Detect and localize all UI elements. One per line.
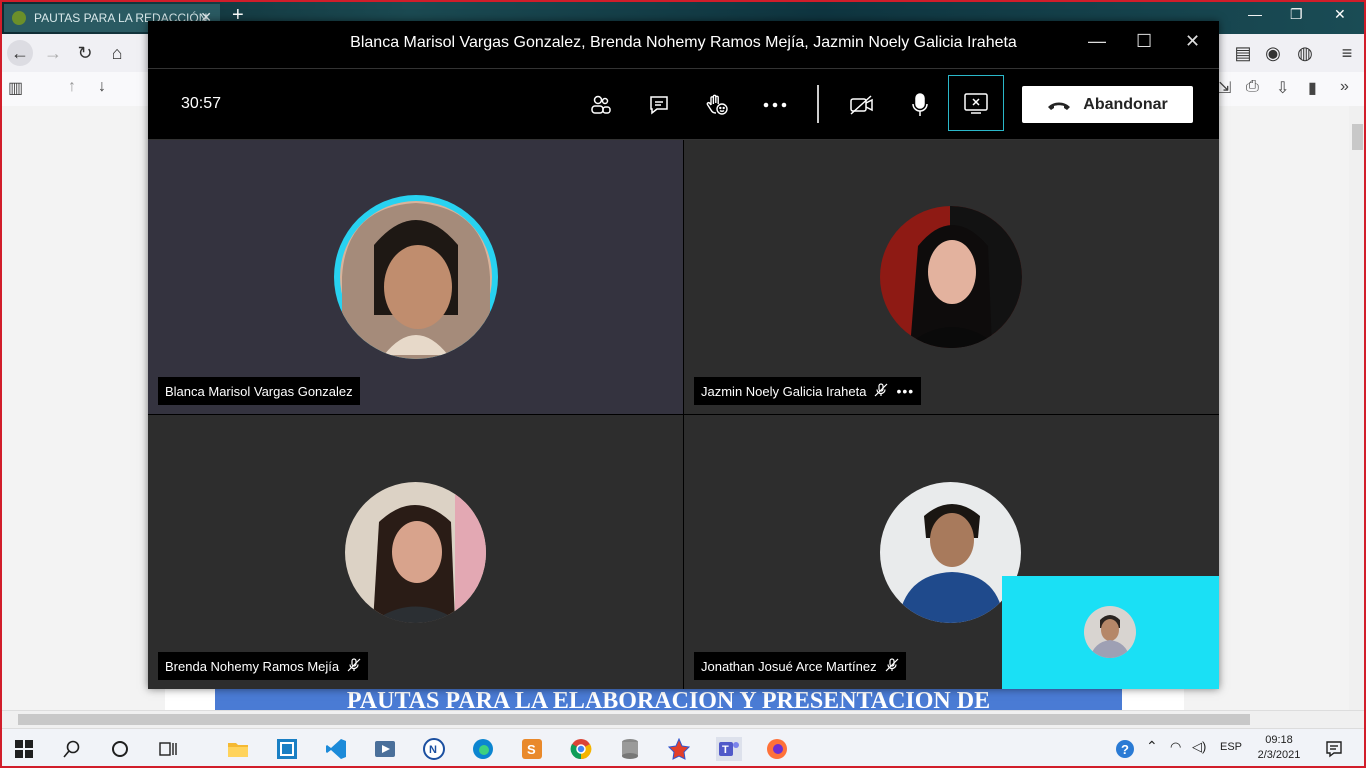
camera-off-icon[interactable]: [846, 89, 878, 121]
star-app-icon[interactable]: [667, 737, 691, 761]
more-options-icon[interactable]: [759, 89, 791, 121]
reload-icon[interactable]: ↻: [72, 40, 98, 66]
avatar: [880, 482, 1021, 623]
participant-name-tag: Jonathan Josué Arce Martínez: [694, 652, 906, 680]
raise-hand-icon[interactable]: [701, 89, 733, 121]
reader-view-icon[interactable]: ▤: [1230, 40, 1256, 66]
windows-start-icon[interactable]: [12, 737, 36, 761]
system-clock[interactable]: 09:18 2/3/2021: [1250, 733, 1308, 763]
database-icon[interactable]: [618, 737, 642, 761]
mic-muted-icon: [347, 657, 361, 675]
firefox-icon[interactable]: [765, 737, 789, 761]
vertical-scrollbar[interactable]: [1349, 106, 1366, 710]
help-icon[interactable]: ?: [1113, 737, 1137, 761]
svg-text:T: T: [722, 744, 729, 756]
participant-tile[interactable]: Blanca Marisol Vargas Gonzalez: [148, 140, 683, 414]
participant-name: Blanca Marisol Vargas Gonzalez: [165, 383, 353, 399]
document-heading: PAUTAS PARA LA ELABORACION Y PRESENTACIO…: [215, 688, 1122, 712]
volume-icon[interactable]: ◁): [1192, 739, 1206, 755]
edge-icon[interactable]: [471, 737, 495, 761]
windows-taskbar: N S T ? ⌃ ◠ ◁) ESP 09:18 2/3/2021: [0, 728, 1366, 768]
home-icon[interactable]: ⌂: [104, 40, 130, 66]
extension-icon[interactable]: ◍: [1292, 40, 1318, 66]
print-icon[interactable]: ⎙: [1246, 78, 1259, 96]
mic-muted-icon: [874, 382, 888, 400]
svg-text:N: N: [429, 744, 437, 756]
app-icon[interactable]: [275, 737, 299, 761]
show-hidden-icons-icon[interactable]: ⌃: [1146, 738, 1158, 755]
self-view[interactable]: [1002, 576, 1219, 689]
cortana-icon[interactable]: [108, 737, 132, 761]
avatar: [345, 482, 486, 623]
vscode-icon[interactable]: [324, 737, 348, 761]
mic-muted-icon: [885, 657, 899, 675]
next-page-icon[interactable]: ↓: [98, 78, 106, 96]
account-icon[interactable]: ◉: [1260, 40, 1286, 66]
toolbar-divider: [817, 85, 819, 123]
stop-sharing-icon: [964, 93, 988, 114]
sidebar-toggle-icon[interactable]: ▥: [8, 78, 23, 98]
participants-icon[interactable]: [585, 89, 617, 121]
teams-meeting-window: Blanca Marisol Vargas Gonzalez, Brenda N…: [148, 21, 1219, 689]
meeting-timer: 30:57: [181, 95, 222, 112]
presentation-icon[interactable]: ⇲: [1218, 78, 1231, 98]
avatar: [880, 206, 1022, 348]
menu-icon[interactable]: ≡: [1334, 40, 1360, 66]
sublime-icon[interactable]: S: [520, 737, 544, 761]
media-player-icon[interactable]: [373, 737, 397, 761]
favicon-icon: [12, 11, 26, 25]
teams-icon[interactable]: T: [716, 737, 742, 761]
save-icon[interactable]: ⇩: [1276, 78, 1289, 98]
meeting-controls: 30:57 Abandonar: [148, 68, 1219, 140]
svg-text:S: S: [527, 742, 536, 757]
self-avatar: [1084, 606, 1136, 658]
participant-name: Brenda Nohemy Ramos Mejía: [165, 658, 340, 674]
svg-text:?: ?: [1121, 742, 1129, 757]
maximize-icon[interactable]: ☐: [1136, 31, 1152, 52]
more-options-icon[interactable]: •••: [896, 383, 914, 399]
meeting-title-bar: Blanca Marisol Vargas Gonzalez, Brenda N…: [148, 21, 1219, 67]
microphone-icon[interactable]: [904, 89, 936, 121]
restore-icon[interactable]: ❐: [1290, 6, 1303, 23]
chrome-icon[interactable]: [569, 737, 593, 761]
participant-name: Jonathan Josué Arce Martínez: [701, 658, 877, 674]
back-button[interactable]: ←: [7, 40, 33, 66]
close-window-icon[interactable]: ✕: [1334, 6, 1346, 23]
forward-button[interactable]: →: [40, 40, 66, 66]
share-screen-button[interactable]: [948, 75, 1004, 131]
app-icon[interactable]: N: [422, 737, 446, 761]
task-view-icon[interactable]: [156, 737, 180, 761]
participant-name-tag: Brenda Nohemy Ramos Mejía: [158, 652, 369, 680]
previous-page-icon[interactable]: ↑: [68, 78, 76, 96]
participant-tile[interactable]: Jazmin Noely Galicia Iraheta •••: [684, 140, 1219, 414]
leave-label: Abandonar: [1083, 95, 1168, 113]
minimize-icon[interactable]: —: [1248, 6, 1262, 22]
participant-name-tag: Blanca Marisol Vargas Gonzalez: [158, 377, 360, 405]
participant-tile[interactable]: Brenda Nohemy Ramos Mejía: [148, 415, 683, 689]
minimize-icon[interactable]: —: [1088, 31, 1106, 52]
file-explorer-icon[interactable]: [226, 737, 250, 761]
bookmark-icon[interactable]: ▮: [1308, 78, 1317, 98]
notifications-icon[interactable]: [1322, 737, 1346, 761]
participant-name: Jazmin Noely Galicia Iraheta: [701, 383, 867, 399]
search-icon[interactable]: [60, 737, 84, 761]
clock-date: 2/3/2021: [1257, 749, 1301, 761]
participant-name-tag: Jazmin Noely Galicia Iraheta •••: [694, 377, 922, 405]
chat-icon[interactable]: [643, 89, 675, 121]
hang-up-icon: [1048, 102, 1071, 110]
input-language[interactable]: ESP: [1220, 741, 1242, 753]
wifi-icon[interactable]: ◠: [1170, 739, 1181, 755]
avatar-speaking: [334, 195, 498, 359]
more-tools-icon[interactable]: »: [1340, 78, 1349, 96]
meeting-title: Blanca Marisol Vargas Gonzalez, Brenda N…: [350, 34, 1017, 51]
clock-time: 09:18: [1265, 734, 1293, 746]
horizontal-scrollbar[interactable]: [0, 710, 1366, 728]
video-grid: Blanca Marisol Vargas Gonzalez Jazmin No…: [148, 140, 1219, 689]
close-icon[interactable]: ✕: [1185, 31, 1200, 52]
leave-button[interactable]: Abandonar: [1022, 86, 1193, 123]
